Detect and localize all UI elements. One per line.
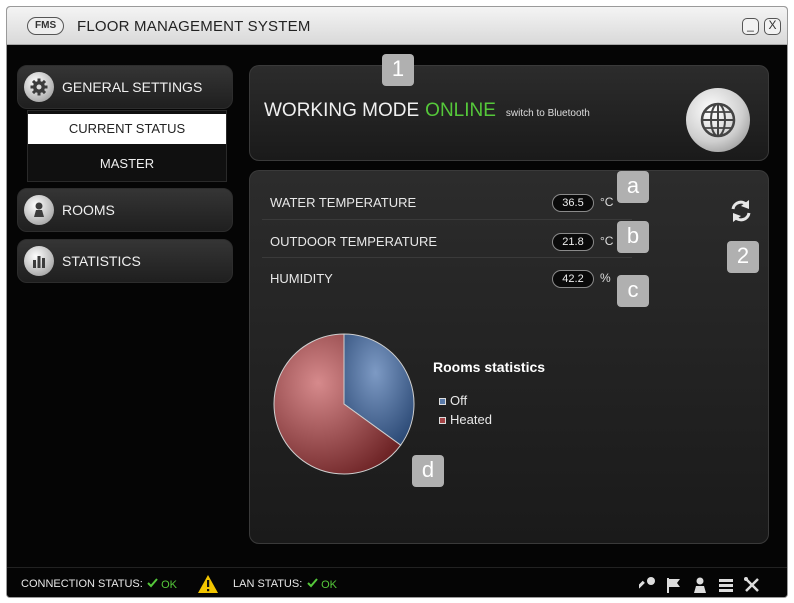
submenu-item-current-status[interactable]: CURRENT STATUS [28, 114, 226, 144]
close-button[interactable]: X [764, 18, 781, 35]
app-window: FMS FLOOR MANAGEMENT SYSTEM _ X GENERAL … [6, 6, 788, 598]
callout-marker-c: c [617, 275, 649, 307]
reading-value-outdoor-temperature: 21.8 [552, 233, 594, 251]
reading-label-outdoor-temperature: OUTDOOR TEMPERATURE [270, 234, 438, 249]
sidebar-item-label: STATISTICS [62, 253, 141, 269]
lan-status-text: OK [321, 579, 337, 591]
warning-icon [197, 574, 219, 597]
room-icon [24, 195, 54, 225]
lan-status-value: OK [307, 578, 337, 591]
flag-icon[interactable] [665, 576, 683, 594]
user-icon[interactable] [691, 576, 709, 594]
callout-marker-a: a [617, 171, 649, 203]
callout-marker-d: d [412, 455, 444, 487]
minimize-button[interactable]: _ [742, 18, 759, 35]
reading-unit-humidity: % [600, 271, 611, 285]
working-mode-panel: WORKING MODE ONLINE switch to Bluetooth [249, 65, 769, 161]
callout-marker-1: 1 [382, 54, 414, 86]
working-mode-label: WORKING MODE [264, 100, 420, 121]
row-divider [262, 219, 632, 220]
app-title: FLOOR MANAGEMENT SYSTEM [77, 18, 311, 35]
reading-label-humidity: HUMIDITY [270, 271, 333, 286]
lan-status-label: LAN STATUS: [233, 578, 303, 590]
sidebar-item-general-settings[interactable]: GENERAL SETTINGS [17, 65, 233, 109]
callout-marker-b: b [617, 221, 649, 253]
legend-label: Off [450, 393, 468, 408]
reading-value-humidity: 42.2 [552, 270, 594, 288]
switch-to-bluetooth-link[interactable]: switch to Bluetooth [506, 108, 590, 119]
legend-swatch-heated [439, 417, 446, 425]
globe-icon[interactable] [686, 88, 750, 152]
general-settings-submenu: CURRENT STATUS MASTER [27, 110, 227, 182]
legend-swatch-off [439, 398, 446, 406]
connection-status-value: OK [147, 578, 177, 591]
check-icon [147, 578, 158, 588]
connection-status-label: CONNECTION STATUS: [21, 578, 143, 590]
callout-marker-2: 2 [727, 241, 759, 273]
statistics-icon [24, 246, 54, 276]
key-icon[interactable] [637, 576, 657, 594]
gear-icon [24, 72, 54, 102]
reading-unit-water-temperature: °C [600, 195, 614, 209]
legend-label: Heated [450, 412, 492, 427]
status-bar: CONNECTION STATUS: OK LAN STATUS: OK [7, 567, 787, 597]
rooms-pie-chart [273, 333, 415, 475]
submenu-item-master[interactable]: MASTER [28, 149, 226, 179]
database-icon[interactable] [717, 576, 735, 594]
tools-icon[interactable] [743, 576, 761, 594]
title-bar: FMS FLOOR MANAGEMENT SYSTEM _ X [7, 7, 787, 45]
refresh-icon[interactable] [730, 199, 752, 228]
reading-label-water-temperature: WATER TEMPERATURE [270, 195, 417, 210]
current-status-panel: WATER TEMPERATURE 36.5 °C OUTDOOR TEMPER… [249, 170, 769, 544]
sidebar-item-rooms[interactable]: ROOMS [17, 188, 233, 232]
reading-value-water-temperature: 36.5 [552, 194, 594, 212]
sidebar-item-label: GENERAL SETTINGS [62, 79, 203, 95]
chart-title: Rooms statistics [433, 359, 546, 375]
sidebar-item-label: ROOMS [62, 202, 115, 218]
sidebar-item-statistics[interactable]: STATISTICS [17, 239, 233, 283]
app-logo: FMS [27, 17, 65, 35]
working-mode-row: WORKING MODE ONLINE switch to Bluetooth [264, 100, 590, 122]
working-mode-status: ONLINE [425, 100, 496, 121]
row-divider [262, 257, 632, 258]
legend-item-heated: Heated [439, 412, 492, 427]
check-icon [307, 578, 318, 588]
reading-unit-outdoor-temperature: °C [600, 234, 614, 248]
connection-status-text: OK [161, 579, 177, 591]
legend-item-off: Off [439, 393, 467, 408]
